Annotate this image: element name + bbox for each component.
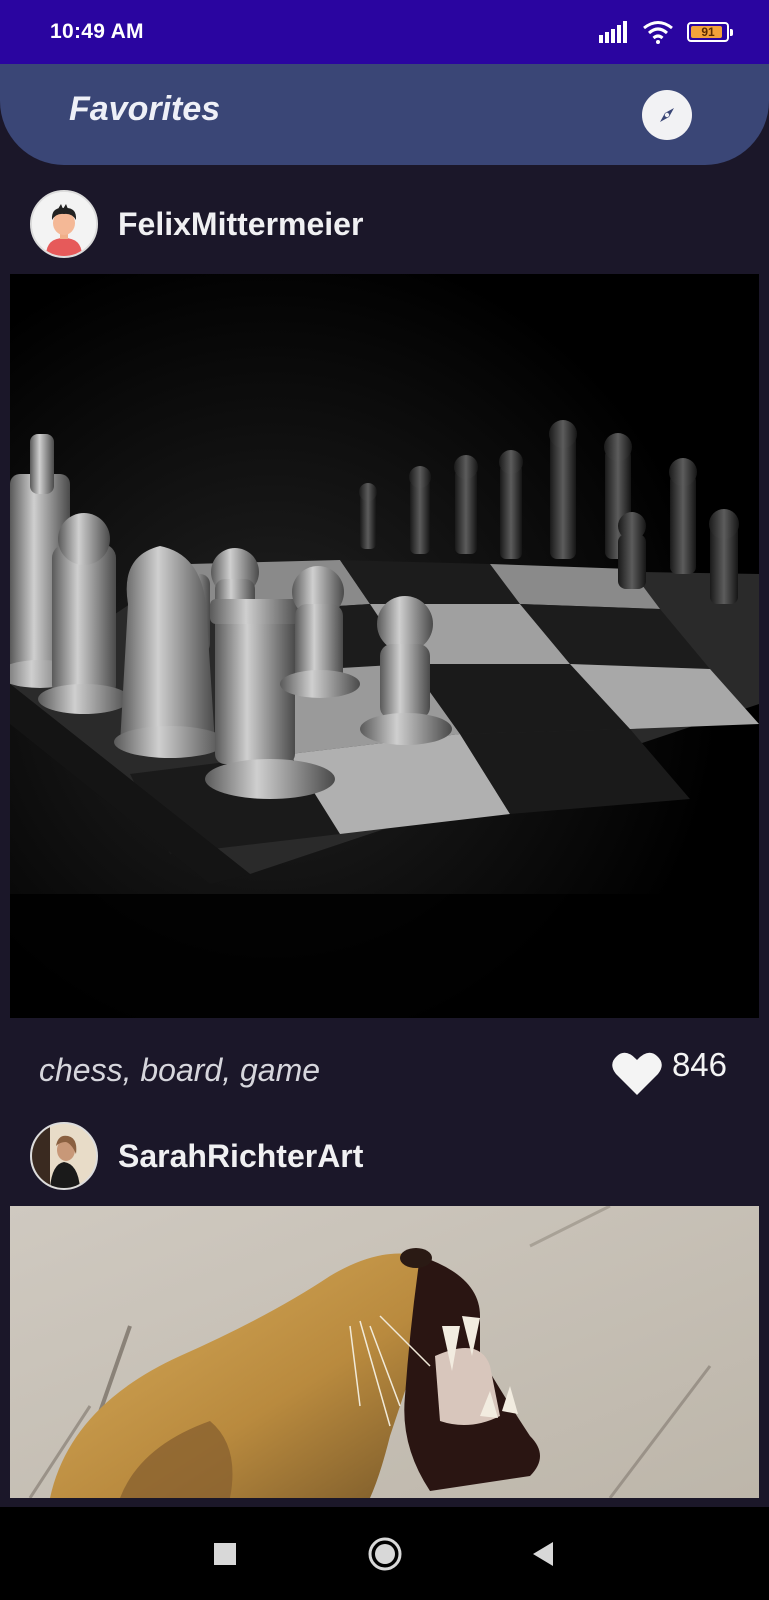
back-icon xyxy=(533,1541,553,1566)
user-avatar-icon xyxy=(32,192,96,256)
home-button[interactable] xyxy=(360,1507,410,1600)
post-username[interactable]: FelixMittermeier xyxy=(118,206,363,243)
lion-photo xyxy=(10,1206,759,1498)
post-header: FelixMittermeier xyxy=(0,190,769,260)
avatar[interactable] xyxy=(30,190,98,258)
explore-button[interactable] xyxy=(642,90,692,140)
chess-photo xyxy=(10,274,759,1018)
battery-icon: 91 xyxy=(687,22,733,42)
system-nav-bar xyxy=(0,1507,769,1600)
status-time: 10:49 AM xyxy=(50,20,144,43)
avatar[interactable] xyxy=(30,1122,98,1190)
likes-count: 846 xyxy=(671,1046,727,1083)
like-area[interactable]: 846 xyxy=(612,1046,727,1096)
status-icons: 91 xyxy=(599,18,733,46)
wifi-icon xyxy=(643,21,673,44)
status-bar: 10:49 AM 91 xyxy=(0,0,769,64)
post-header: SarahRichterArt xyxy=(0,1122,769,1192)
post-image[interactable] xyxy=(10,274,759,1018)
signal-icon xyxy=(599,21,627,43)
user-avatar-photo xyxy=(32,1124,96,1188)
home-icon xyxy=(368,1537,402,1570)
post-tags: chess, board, game xyxy=(39,1052,321,1088)
compass-icon xyxy=(660,108,674,122)
post-image[interactable] xyxy=(10,1206,759,1498)
post-username[interactable]: SarahRichterArt xyxy=(118,1138,363,1175)
app-bar: Favorites xyxy=(0,64,769,165)
back-button[interactable] xyxy=(518,1507,568,1600)
recents-button[interactable] xyxy=(200,1507,250,1600)
battery-level: 91 xyxy=(701,25,715,39)
heart-icon[interactable] xyxy=(612,1050,662,1096)
page-title: Favorites xyxy=(69,90,221,128)
recents-icon xyxy=(214,1542,236,1565)
